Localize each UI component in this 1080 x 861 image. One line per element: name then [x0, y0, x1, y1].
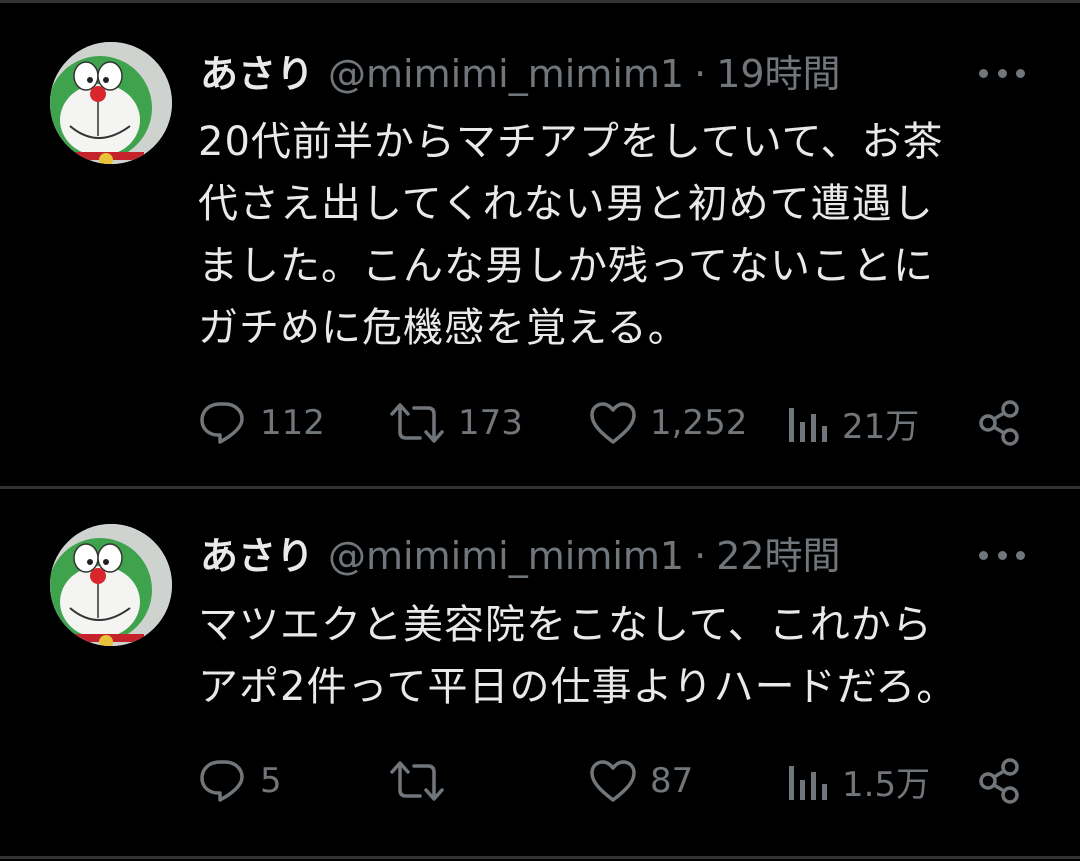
user-handle[interactable]: @mimimi_mimim1: [328, 526, 684, 586]
bottom-divider: [0, 856, 1080, 859]
action-bar: 5 87 1.5万: [198, 751, 1028, 811]
reply-button[interactable]: 5: [198, 751, 282, 811]
avatar[interactable]: [50, 42, 172, 164]
retweet-count: 173: [458, 403, 523, 443]
display-name[interactable]: あさり: [200, 44, 314, 104]
heart-icon: [590, 760, 636, 802]
more-icon[interactable]: [979, 50, 1025, 96]
reply-icon: [200, 760, 244, 802]
share-icon: [979, 400, 1019, 446]
views-icon: [789, 408, 827, 442]
reply-count: 5: [260, 761, 282, 801]
reply-count: 112: [260, 403, 325, 443]
tweet[interactable]: あさり @mimimi_mimim1 · 19時間 20代前半からマチアプをして…: [0, 0, 1080, 488]
like-button[interactable]: 1,252: [588, 393, 747, 453]
action-bar: 112 173 1,252 21万: [198, 393, 1028, 453]
doraemon-avatar-icon: [50, 42, 172, 164]
like-button[interactable]: 87: [588, 751, 693, 811]
view-count: 1.5万: [842, 764, 931, 805]
timestamp[interactable]: 22時間: [716, 526, 840, 586]
display-name[interactable]: あさり: [200, 526, 314, 586]
retweet-icon: [390, 403, 444, 443]
views-icon: [789, 766, 827, 800]
retweet-button[interactable]: 173: [388, 393, 523, 453]
tweet-text: 20代前半からマチアプをしていて、お茶 代さえ出してくれない男と初めて遭遇し ま…: [198, 111, 1038, 359]
more-icon[interactable]: [979, 532, 1025, 578]
retweet-button[interactable]: [388, 751, 458, 811]
avatar[interactable]: [50, 524, 172, 646]
views-button[interactable]: 21万: [786, 393, 919, 453]
like-count: 87: [650, 761, 694, 801]
tweet[interactable]: あさり @mimimi_mimim1 · 22時間 マツエクと美容院をこなして、…: [0, 488, 1080, 856]
doraemon-avatar-icon: [50, 524, 172, 646]
tweet-text: マツエクと美容院をこなして、これから アポ2件って平日の仕事よりハードだろ。: [198, 594, 1038, 718]
view-count: 21万: [842, 406, 920, 447]
share-button[interactable]: [976, 393, 1024, 453]
tweet-text-line: 代さえ出してくれない男と初めて遭遇し: [198, 181, 934, 227]
share-icon: [979, 758, 1019, 804]
tweet-text-line: ガチめに危機感を覚える。: [198, 305, 689, 351]
tweet-text-line: マツエクと美容院をこなして、これから: [198, 602, 933, 648]
share-button[interactable]: [976, 751, 1024, 811]
timestamp[interactable]: 19時間: [716, 44, 840, 104]
reply-button[interactable]: 112: [198, 393, 325, 453]
like-count: 1,252: [650, 403, 748, 443]
separator: ·: [694, 52, 707, 96]
views-button[interactable]: 1.5万: [786, 751, 930, 811]
tweet-text-line: 20代前半からマチアプをしていて、お茶: [198, 119, 944, 165]
tweet-text-line: ました。こんな男しか残ってないことに: [198, 243, 934, 289]
separator: ·: [694, 534, 707, 578]
heart-icon: [590, 402, 636, 444]
reply-icon: [200, 402, 244, 444]
user-handle[interactable]: @mimimi_mimim1: [328, 44, 684, 104]
retweet-icon: [390, 761, 444, 801]
tweet-text-line: アポ2件って平日の仕事よりハードだろ。: [198, 664, 958, 710]
